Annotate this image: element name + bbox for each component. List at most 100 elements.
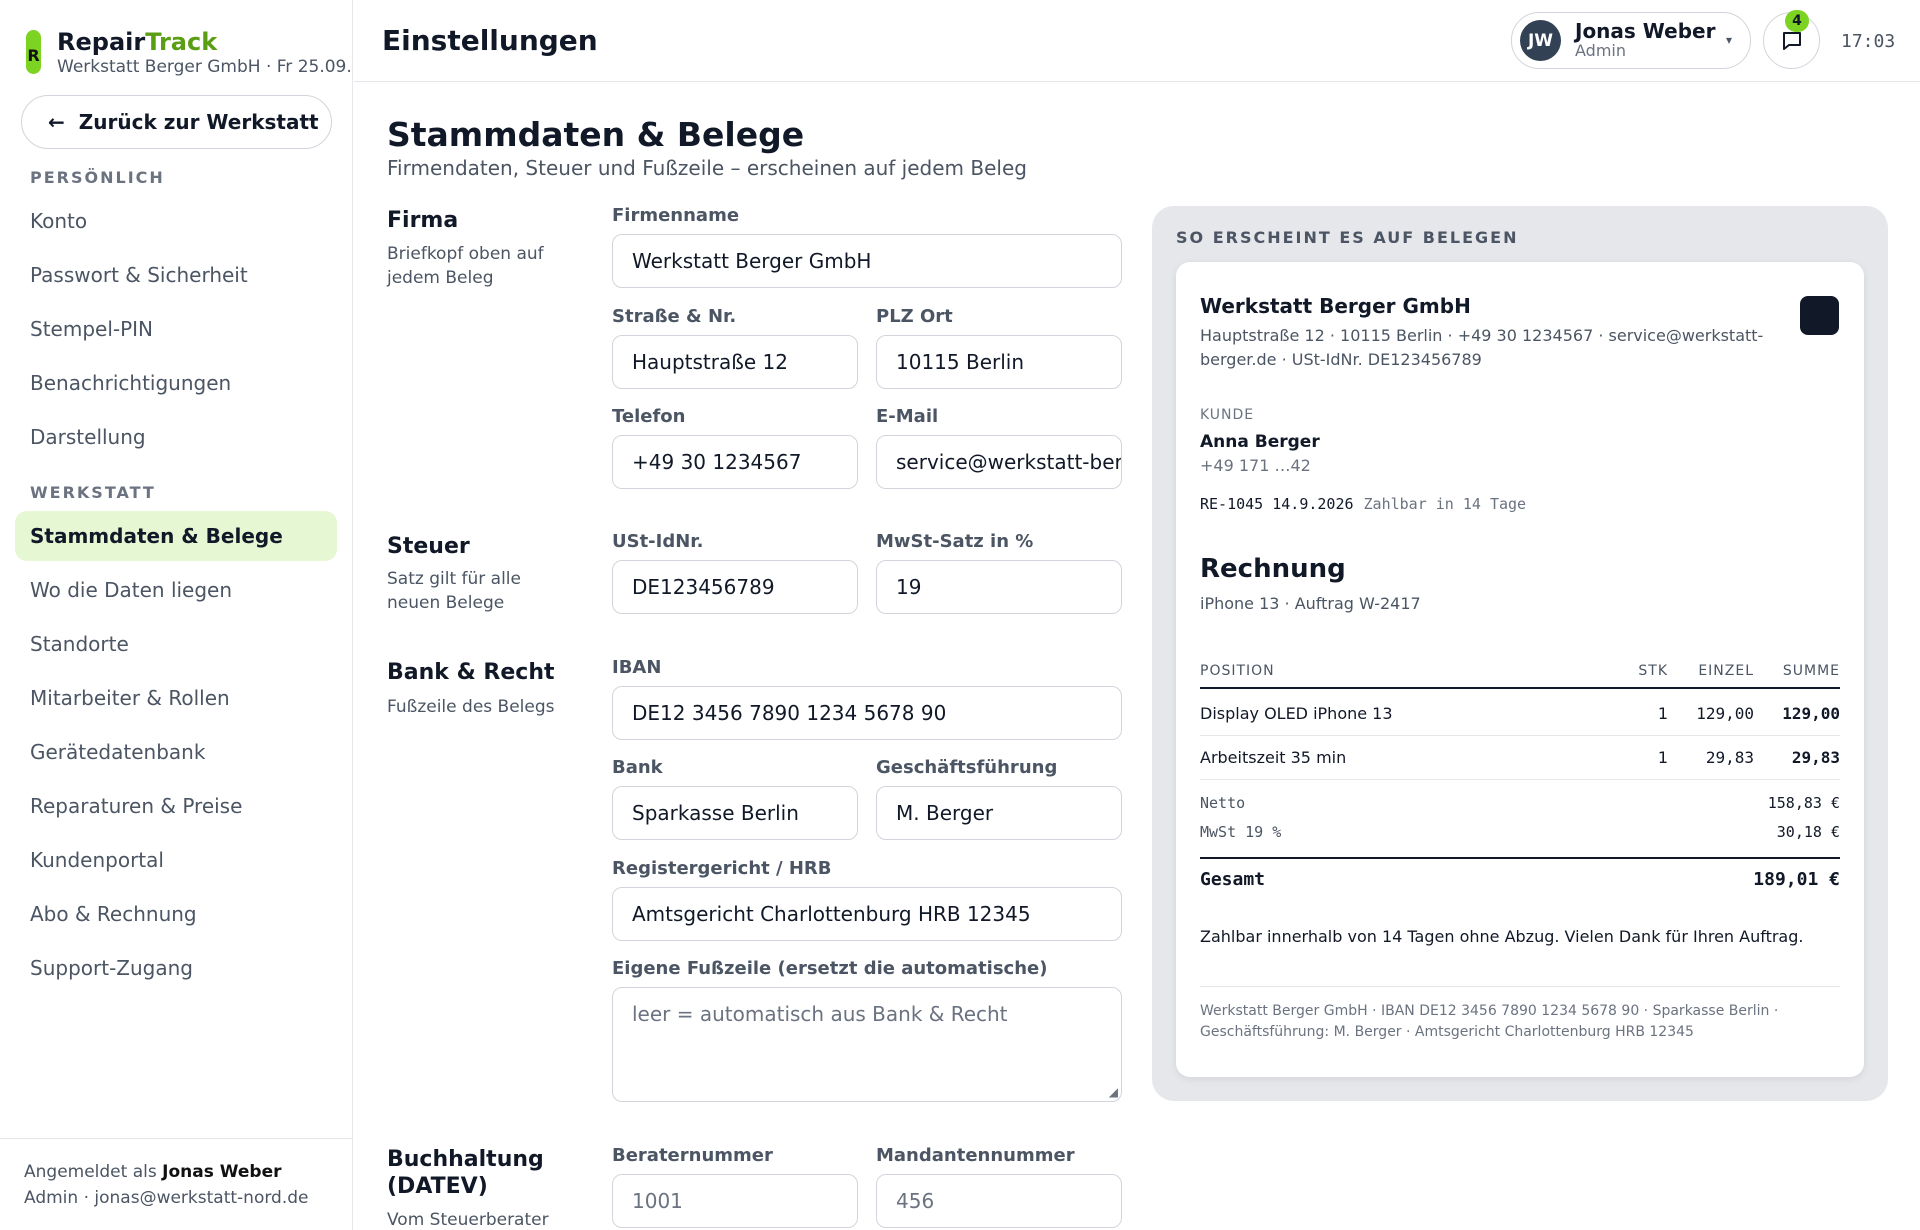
fusszeile-label: Eigene Fußzeile (ersetzt die automatisch… <box>612 958 1048 979</box>
nav-item-standorte[interactable]: Standorte <box>15 619 337 669</box>
berater-input[interactable]: 1001 <box>612 1174 858 1228</box>
back-button-label: Zurück zur Werkstatt <box>78 110 319 134</box>
iban-input[interactable]: DE12 3456 7890 1234 5678 90 <box>612 686 1122 740</box>
total-value: 189,01 € <box>1753 869 1840 890</box>
nav-item-support[interactable]: Support-Zugang <box>15 943 337 993</box>
document-footer: Werkstatt Berger GmbH · IBAN DE12 3456 7… <box>1200 986 1840 1043</box>
nav-section-workshop: WERKSTATT <box>30 483 156 502</box>
nav-item-stempel-pin[interactable]: Stempel-PIN <box>15 304 337 354</box>
mandant-input[interactable]: 456 <box>876 1174 1122 1228</box>
brand-subtitle: Werkstatt Berger GmbH · Fr 25.09. <box>57 57 352 77</box>
mandant-label: Mandantennummer <box>876 1145 1075 1166</box>
netto-label: Netto <box>1200 794 1246 812</box>
email-label: E-Mail <box>876 406 939 427</box>
register-label: Registergericht / HRB <box>612 858 832 879</box>
signed-in-user: Jonas Weber <box>162 1162 282 1182</box>
customer-label: KUNDE <box>1200 407 1255 423</box>
app-logo: R <box>26 30 41 74</box>
page-title: Einstellungen <box>382 24 598 57</box>
iban-label: IBAN <box>612 657 662 678</box>
bank-input[interactable]: Sparkasse Berlin <box>612 786 858 840</box>
signed-in-details: Admin · jonas@werkstatt-nord.de <box>24 1188 309 1208</box>
sidebar-footer: Angemeldet als Jonas Weber Admin · jonas… <box>0 1138 353 1211</box>
row-summe: 129,00 <box>1782 704 1840 723</box>
customer-name: Anna Berger <box>1200 432 1320 452</box>
notification-badge: 4 <box>1785 10 1809 32</box>
nav-item-daten-liegen[interactable]: Wo die Daten liegen <box>15 565 337 615</box>
steuer-desc: Satz gilt für alle neuen Belege <box>387 569 521 613</box>
gf-input[interactable]: M. Berger <box>876 786 1122 840</box>
firma-desc: Briefkopf oben auf jedem Beleg <box>387 244 544 288</box>
col-position: POSITION <box>1200 663 1275 679</box>
nav-item-abo[interactable]: Abo & Rechnung <box>15 889 337 939</box>
col-summe: SUMME <box>1782 663 1840 679</box>
app-name-part-2: Track <box>145 28 218 56</box>
logo-letter: R <box>27 45 40 65</box>
avatar: JW <box>1520 20 1561 61</box>
ust-input[interactable]: DE123456789 <box>612 560 858 614</box>
user-role: Admin <box>1575 40 1626 60</box>
nav-item-reparaturen[interactable]: Reparaturen & Preise <box>15 781 337 831</box>
nav-item-mitarbeiter[interactable]: Mitarbeiter & Rollen <box>15 673 337 723</box>
back-to-workshop-button[interactable]: ← Zurück zur Werkstatt <box>21 95 332 149</box>
total-label: Gesamt <box>1200 869 1266 890</box>
row-stk: 1 <box>1657 704 1668 723</box>
netto-value: 158,83 € <box>1767 794 1840 812</box>
row-position: Display OLED iPhone 13 <box>1200 704 1393 723</box>
telefon-label: Telefon <box>612 406 686 427</box>
preview-company: Werkstatt Berger GmbH <box>1200 294 1471 318</box>
bank-title: Bank & Recht <box>387 660 555 685</box>
nav-item-kundenportal[interactable]: Kundenportal <box>15 835 337 885</box>
signed-in-prefix: Angemeldet als <box>24 1162 163 1182</box>
firma-title: Firma <box>387 208 459 233</box>
row-stk: 1 <box>1657 748 1668 767</box>
table-row: Arbeitszeit 35 min 1 29,83 29,83 <box>1200 736 1840 780</box>
col-stk: STK <box>1638 663 1668 679</box>
resize-handle-icon[interactable]: ◢ <box>1109 1085 1118 1099</box>
document-title: Rechnung <box>1200 554 1346 584</box>
mwst-value: 30,18 € <box>1776 823 1840 841</box>
table-row: Display OLED iPhone 13 1 129,00 129,00 <box>1200 692 1840 736</box>
plz-label: PLZ Ort <box>876 306 953 327</box>
fusszeile-textarea[interactable]: leer = automatisch aus Bank & Recht ◢ <box>612 987 1122 1102</box>
arrow-left-icon: ← <box>48 110 65 134</box>
nav-section-personal: PERSÖNLICH <box>30 168 165 187</box>
firmenname-input[interactable]: Werkstatt Berger GmbH <box>612 234 1122 288</box>
invoice-date: 14.9.2026 <box>1272 495 1354 513</box>
mwst-label-preview: MwSt 19 % <box>1200 823 1282 841</box>
bank-label: Bank <box>612 757 663 778</box>
gf-label: Geschäftsführung <box>876 757 1058 778</box>
chevron-down-icon: ▾ <box>1725 33 1732 47</box>
berater-label: Beraternummer <box>612 1145 773 1166</box>
telefon-input[interactable]: +49 30 1234567 <box>612 435 858 489</box>
plz-input[interactable]: 10115 Berlin <box>876 335 1122 389</box>
receipt-preview-panel: SO ERSCHEINT ES AUF BELEGEN Werkstatt Be… <box>1152 206 1888 1101</box>
register-input[interactable]: Amtsgericht Charlottenburg HRB 12345 <box>612 887 1122 941</box>
section-heading: Stammdaten & Belege <box>387 115 805 154</box>
buchhaltung-title: Buchhaltung (DATEV) <box>387 1147 544 1199</box>
app-name-part-1: Repair <box>57 28 146 56</box>
nav-item-geraetedatenbank[interactable]: Gerätedatenbank <box>15 727 337 777</box>
bank-desc: Fußzeile des Belegs <box>387 697 555 717</box>
chat-icon <box>1782 31 1801 50</box>
user-menu-button[interactable]: JW Jonas Weber Admin ▾ <box>1511 12 1751 69</box>
user-name: Jonas Weber <box>1575 18 1716 43</box>
firmenname-label: Firmenname <box>612 205 740 226</box>
preview-label: SO ERSCHEINT ES AUF BELEGEN <box>1176 228 1519 247</box>
top-bar: Einstellungen JW Jonas Weber Admin ▾ 4 1… <box>354 0 1920 82</box>
company-logo-placeholder <box>1800 296 1839 335</box>
buchhaltung-desc: Vom Steuerberater <box>387 1210 549 1230</box>
sidebar: R RepairTrack Werkstatt Berger GmbH · Fr… <box>0 0 353 1230</box>
mwst-input[interactable]: 19 <box>876 560 1122 614</box>
nav-item-darstellung[interactable]: Darstellung <box>15 412 337 462</box>
nav-item-konto[interactable]: Konto <box>15 196 337 246</box>
strasse-input[interactable]: Hauptstraße 12 <box>612 335 858 389</box>
nav-item-benachrichtigungen[interactable]: Benachrichtigungen <box>15 358 337 408</box>
payment-note: Zahlbar innerhalb von 14 Tagen ohne Abzu… <box>1200 927 1804 946</box>
nav-item-stammdaten[interactable]: Stammdaten & Belege <box>15 511 337 561</box>
steuer-title: Steuer <box>387 534 470 559</box>
email-input[interactable]: service@werkstatt-berger.de <box>876 435 1122 489</box>
app-name: RepairTrack <box>57 28 352 56</box>
brand: R RepairTrack Werkstatt Berger GmbH · Fr… <box>26 28 352 78</box>
nav-item-passwort[interactable]: Passwort & Sicherheit <box>15 250 337 300</box>
